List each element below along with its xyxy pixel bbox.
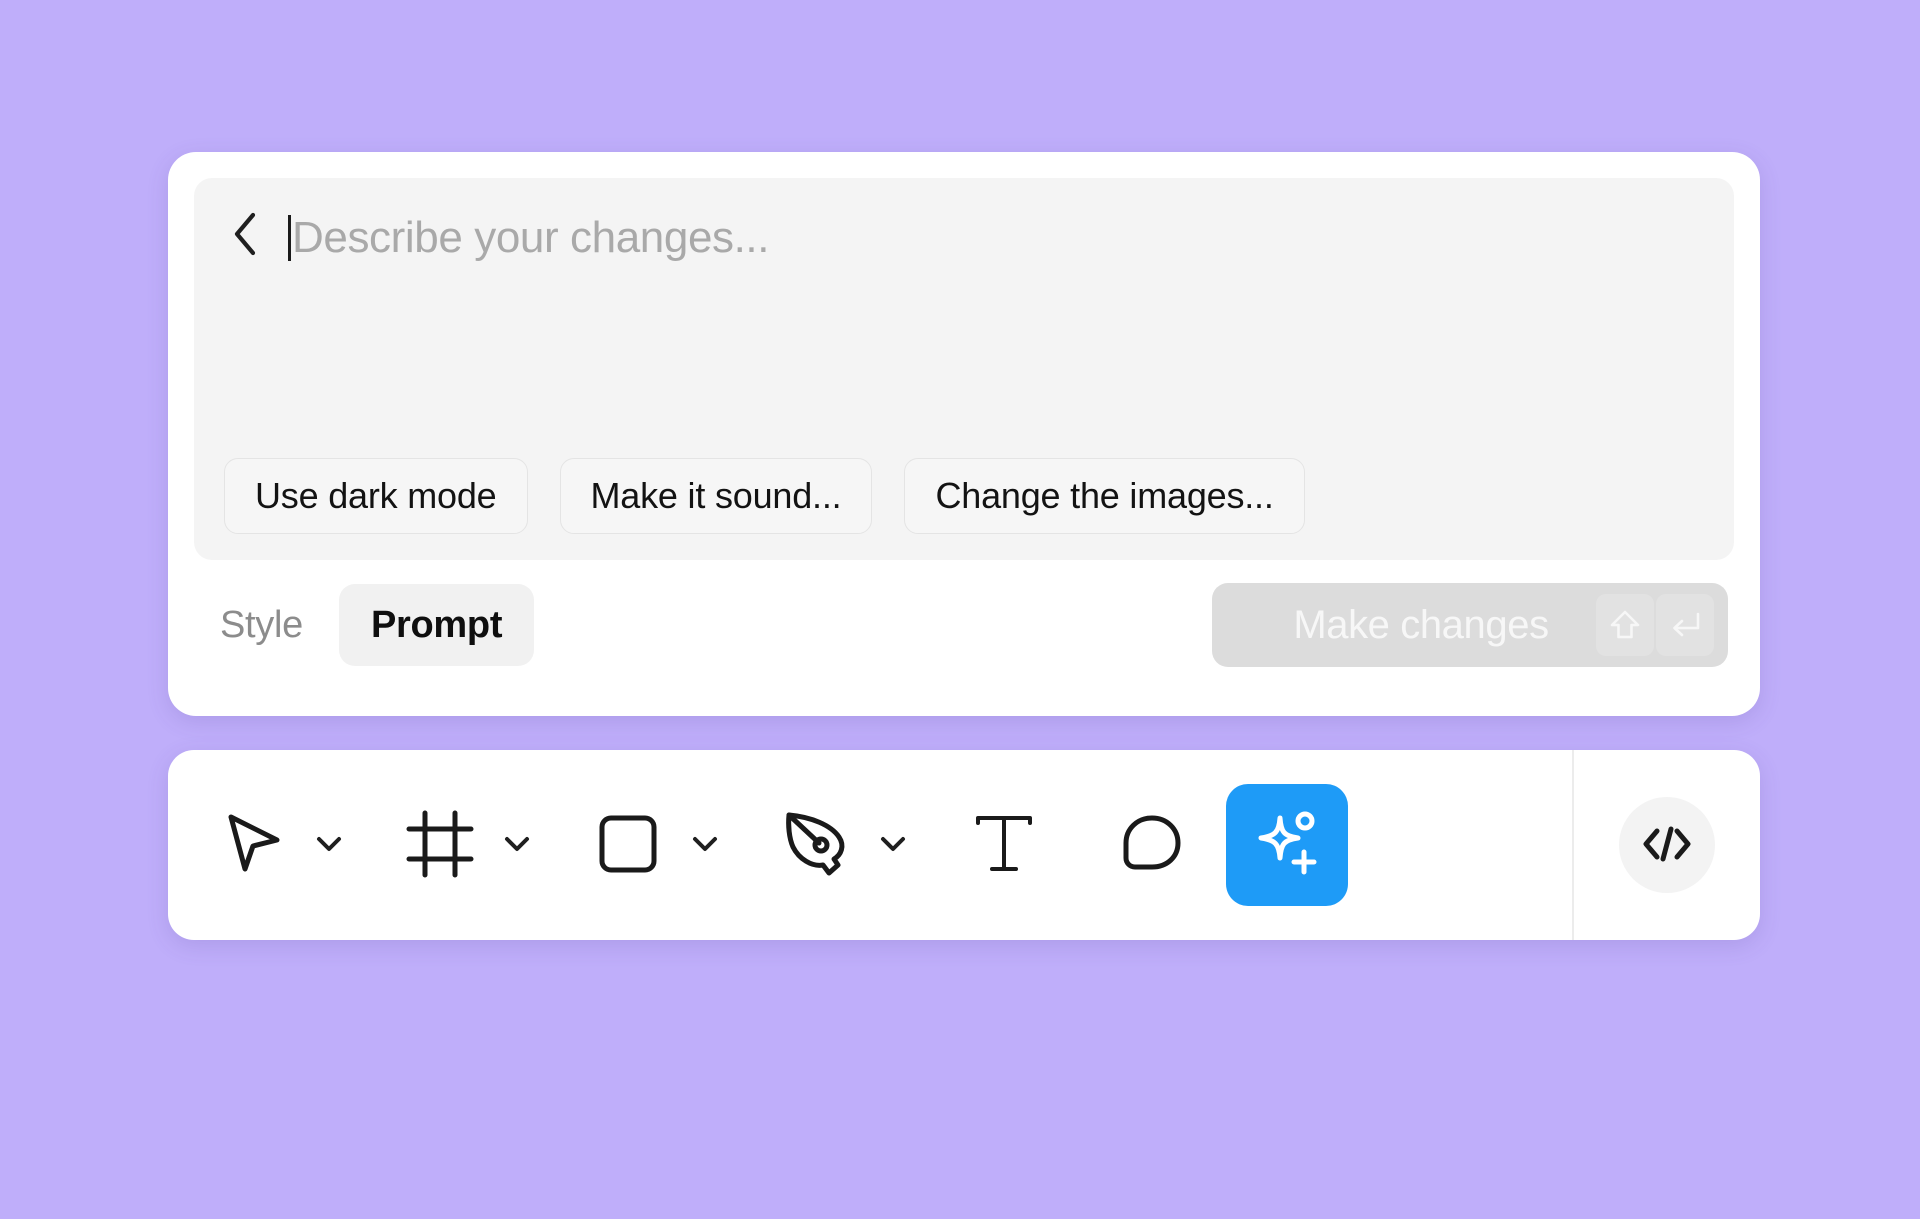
suggestion-chip-dark-mode[interactable]: Use dark mode bbox=[224, 458, 528, 534]
chevron-left-icon bbox=[230, 210, 260, 261]
chevron-down-icon bbox=[880, 836, 906, 855]
describe-changes-input[interactable]: Describe your changes... bbox=[288, 212, 1704, 264]
ai-generate-button[interactable] bbox=[1226, 784, 1348, 906]
chevron-down-icon bbox=[316, 836, 342, 855]
move-tool-dropdown[interactable] bbox=[306, 810, 352, 880]
pen-tool-dropdown[interactable] bbox=[870, 810, 916, 880]
suggestion-chips: Use dark mode Make it sound... Change th… bbox=[224, 458, 1704, 534]
pen-icon bbox=[779, 807, 853, 884]
suggestion-chip-sound[interactable]: Make it sound... bbox=[559, 458, 873, 534]
submit-shortcut-keys bbox=[1596, 594, 1714, 656]
shape-tool-button[interactable] bbox=[580, 797, 676, 893]
prompt-top-row: Describe your changes... bbox=[224, 212, 1704, 264]
comment-tool-button[interactable] bbox=[1104, 797, 1200, 893]
suggestion-chip-images[interactable]: Change the images... bbox=[904, 458, 1305, 534]
chevron-down-icon bbox=[692, 836, 718, 855]
rectangle-icon bbox=[591, 807, 665, 884]
frame-tool-dropdown[interactable] bbox=[494, 810, 540, 880]
frame-icon bbox=[403, 807, 477, 884]
prompt-card: Describe your changes... Use dark mode M… bbox=[168, 152, 1760, 716]
canvas-toolbar bbox=[168, 750, 1760, 940]
text-icon bbox=[967, 807, 1041, 884]
dev-mode-button[interactable] bbox=[1619, 797, 1715, 893]
sparkle-plus-icon bbox=[1247, 804, 1327, 887]
mode-toggle-prompt[interactable]: Prompt bbox=[338, 584, 535, 666]
make-changes-label: Make changes bbox=[1293, 602, 1549, 647]
move-tool-button[interactable] bbox=[204, 797, 300, 893]
shape-tool-dropdown[interactable] bbox=[682, 810, 728, 880]
prompt-input-area: Describe your changes... Use dark mode M… bbox=[194, 178, 1734, 560]
shift-key-icon bbox=[1596, 594, 1654, 656]
code-brackets-icon bbox=[1639, 821, 1695, 870]
dev-mode-zone bbox=[1574, 750, 1760, 940]
text-tool-button[interactable] bbox=[956, 797, 1052, 893]
enter-key-icon bbox=[1656, 594, 1714, 656]
input-placeholder: Describe your changes... bbox=[292, 213, 770, 262]
prompt-footer: Style Prompt Make changes bbox=[194, 560, 1734, 690]
frame-tool-button[interactable] bbox=[392, 797, 488, 893]
style-label: Style bbox=[220, 603, 303, 646]
chevron-down-icon bbox=[504, 836, 530, 855]
tool-group bbox=[168, 750, 1542, 940]
back-button[interactable] bbox=[224, 212, 266, 258]
make-changes-button[interactable]: Make changes bbox=[1212, 583, 1728, 667]
pen-tool-button[interactable] bbox=[768, 797, 864, 893]
cursor-arrow-icon bbox=[215, 807, 289, 884]
comment-icon bbox=[1115, 807, 1189, 884]
